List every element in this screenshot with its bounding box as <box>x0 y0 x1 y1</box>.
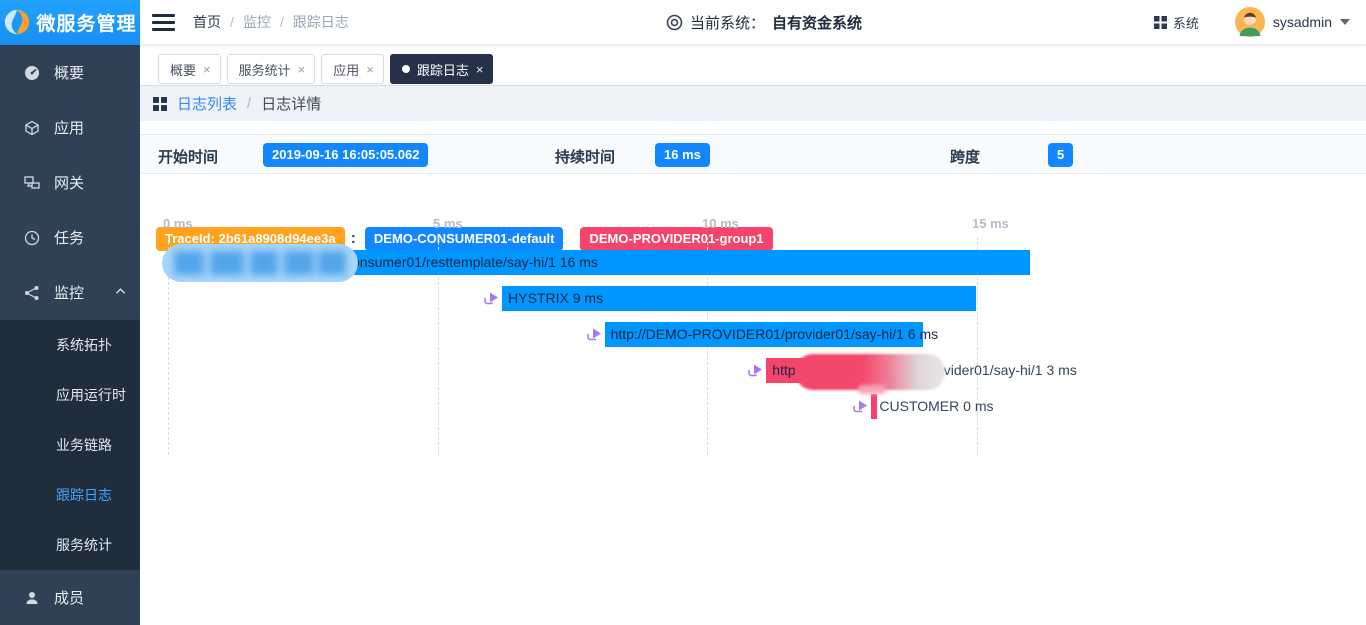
member-icon <box>24 590 40 606</box>
system-menu-label: 系统 <box>1173 13 1199 32</box>
axis-tick-label: 15 ms <box>972 216 1009 231</box>
sidebar: 概要 应用 网关 任务 <box>0 45 140 625</box>
sidebar-item-label: 网关 <box>54 172 84 193</box>
logo-title: 微服务管理 <box>36 9 136 36</box>
breadcrumb: 首页 / 监控 / 跟踪日志 <box>193 12 349 32</box>
main-content: 概要 × 服务统计 × 应用 × 跟踪日志 × 日志列表 / <box>140 45 1366 625</box>
breadcrumb-separator: / <box>280 14 284 30</box>
axis-tick-label: 10 ms <box>702 216 739 231</box>
branch-arrow-icon <box>586 327 603 342</box>
breadcrumb-separator: / <box>247 95 251 112</box>
open-tabs-bar: 概要 × 服务统计 × 应用 × 跟踪日志 × <box>140 45 1366 86</box>
span-count-badge: 5 <box>1048 143 1073 167</box>
sidebar-item-task[interactable]: 任务 <box>0 210 140 265</box>
header-right: 系统 sysadmin <box>1154 7 1366 37</box>
dashboard-icon <box>24 65 40 81</box>
breadcrumb-trace-log[interactable]: 跟踪日志 <box>293 12 349 32</box>
monitor-icon <box>24 285 40 301</box>
chevron-up-icon <box>115 287 126 295</box>
submenu-item-trace-log[interactable]: 跟踪日志 <box>0 470 140 520</box>
breadcrumb-monitor[interactable]: 监控 <box>243 12 271 32</box>
tab-close-icon[interactable]: × <box>203 63 211 76</box>
sidebar-item-label: 任务 <box>54 227 84 248</box>
sidebar-item-label: 成员 <box>54 587 84 608</box>
user-dropdown[interactable]: sysadmin <box>1235 7 1350 37</box>
trace-timeline-chart: 0 ms 5 ms 10 ms 15 ms onsumer01/resttemp… <box>140 213 1366 503</box>
sidebar-item-gateway[interactable]: 网关 <box>0 155 140 210</box>
sidebar-item-member[interactable]: 成员 <box>0 570 140 625</box>
breadcrumb-home[interactable]: 首页 <box>193 12 221 32</box>
active-tab-dot <box>402 65 410 73</box>
monitor-submenu: 系统拓扑 应用运行时 业务链路 跟踪日志 服务统计 <box>0 320 140 570</box>
breadcrumb-log-list-link[interactable]: 日志列表 <box>177 93 237 114</box>
breadcrumb-log-detail: 日志详情 <box>261 93 321 114</box>
branch-arrow-icon <box>852 399 869 414</box>
task-clock-icon <box>24 230 40 246</box>
axis-tick-label: 5 ms <box>433 216 463 231</box>
sidebar-item-label: 应用 <box>54 117 84 138</box>
tab-label: 服务统计 <box>239 60 291 79</box>
grid-icon <box>153 97 167 111</box>
tab-service-stats[interactable]: 服务统计 × <box>227 54 316 84</box>
breadcrumb-separator: / <box>230 14 234 30</box>
submenu-item-business-chain[interactable]: 业务链路 <box>0 420 140 470</box>
redaction-blur <box>858 385 886 394</box>
current-system-label: 当前系统： <box>690 12 765 33</box>
trace-span-tail-label: CUSTOMER 0 ms <box>879 394 993 419</box>
duration-value-badge: 16 ms <box>655 143 710 167</box>
app-logo[interactable]: 微服务管理 <box>0 0 140 45</box>
submenu-item-app-runtime[interactable]: 应用运行时 <box>0 370 140 420</box>
branch-arrow-icon <box>483 291 500 306</box>
trace-span-bar[interactable] <box>871 394 877 419</box>
trace-span-label: onsumer01/resttemplate/say-hi/1 16 ms <box>352 250 598 275</box>
grid-icon <box>1154 16 1167 29</box>
axis-tick-label: 0 ms <box>163 216 193 231</box>
trace-span-label: HYSTRIX 9 ms <box>508 286 603 311</box>
gateway-icon <box>24 175 40 191</box>
tab-close-icon[interactable]: × <box>298 63 306 76</box>
branch-arrow-icon <box>747 363 764 378</box>
caret-down-icon <box>1340 19 1350 25</box>
trace-span-tail-label: ovider01/say-hi/1 3 ms <box>936 358 1077 383</box>
avatar <box>1235 7 1265 37</box>
username: sysadmin <box>1273 14 1332 30</box>
duration-label: 持续时间 <box>555 146 615 167</box>
tab-application[interactable]: 应用 × <box>321 54 384 84</box>
tab-trace-log-active[interactable]: 跟踪日志 × <box>390 54 494 84</box>
start-time-value-badge: 2019-09-16 16:05:05.062 <box>263 143 428 167</box>
submenu-item-system-topology[interactable]: 系统拓扑 <box>0 320 140 370</box>
current-system-value: 自有资金系统 <box>772 12 862 33</box>
tab-label: 应用 <box>333 60 359 79</box>
tab-close-icon[interactable]: × <box>366 63 374 76</box>
trace-span-label: http://DEMO-PROVIDER01/provider01/say-hi… <box>611 322 939 347</box>
sidebar-item-application[interactable]: 应用 <box>0 100 140 155</box>
app-window: 微服务管理 首页 / 监控 / 跟踪日志 当前系统： 自有资金系统 系统 <box>0 0 1366 625</box>
tab-label: 跟踪日志 <box>417 60 469 79</box>
submenu-item-service-stats[interactable]: 服务统计 <box>0 520 140 570</box>
sidebar-item-label: 监控 <box>54 282 84 303</box>
redaction-blur <box>162 244 358 282</box>
page-breadcrumb: 日志列表 / 日志详情 <box>140 86 1366 121</box>
top-header: 微服务管理 首页 / 监控 / 跟踪日志 当前系统： 自有资金系统 系统 <box>0 0 1366 45</box>
sidebar-item-label: 概要 <box>54 62 84 83</box>
system-menu-button[interactable]: 系统 <box>1154 13 1199 32</box>
tab-label: 概要 <box>170 60 196 79</box>
start-time-label: 开始时间 <box>158 146 218 167</box>
trace-summary-row: 开始时间 2019-09-16 16:05:05.062 持续时间 16 ms … <box>140 134 1366 174</box>
tab-overview[interactable]: 概要 × <box>158 54 221 84</box>
tab-close-icon[interactable]: × <box>476 63 484 76</box>
span-count-label: 跨度 <box>950 146 980 167</box>
sidebar-item-overview[interactable]: 概要 <box>0 45 140 100</box>
sidebar-item-monitor[interactable]: 监控 <box>0 265 140 320</box>
hamburger-menu-icon[interactable] <box>152 14 175 31</box>
logo-swirl-icon <box>3 8 31 36</box>
current-system-indicator: 当前系统： 自有资金系统 <box>666 0 862 45</box>
eye-icon <box>666 14 683 31</box>
app-cube-icon <box>24 120 40 136</box>
